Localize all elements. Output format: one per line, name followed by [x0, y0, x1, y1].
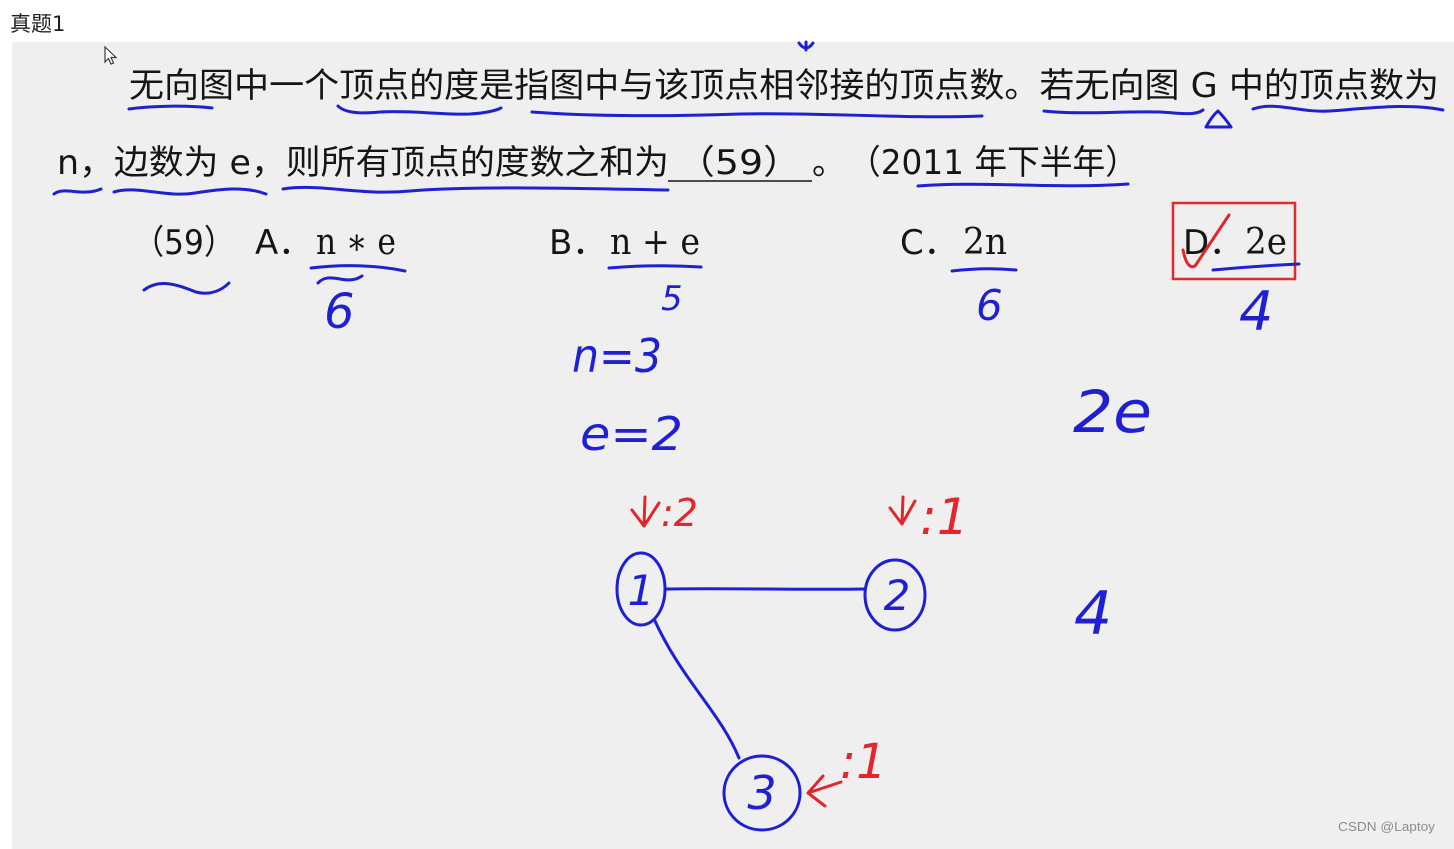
- graph-edge-1-3: [653, 619, 741, 760]
- slide-canvas: 无向图中一个顶点的度是指图中与该顶点相邻接的顶点数。若无向图 G 中的顶点数为 …: [52, 40, 1445, 834]
- graph-edges: [653, 587, 867, 760]
- underline-stroke: [1042, 108, 1205, 116]
- option-c-letter: C．: [900, 223, 958, 263]
- n-value: n=3: [572, 329, 662, 383]
- cursor-icon: [104, 45, 118, 65]
- handwriting-mark: [797, 40, 815, 52]
- question: 无向图中一个顶点的度是指图中与该顶点相邻接的顶点数。若无向图 G 中的顶点数为 …: [57, 66, 1439, 183]
- underline-stroke: [916, 182, 1130, 188]
- underline-stroke: [281, 185, 670, 194]
- question-blank: （59）: [677, 143, 801, 183]
- question-line-1: 无向图中一个顶点的度是指图中与该顶点相邻接的顶点数。若无向图 G 中的顶点数为: [129, 66, 1439, 106]
- option-b: B． n + e: [549, 222, 700, 263]
- node-degree-text: :1: [840, 734, 887, 790]
- question-source: （2011 年下半年）: [848, 143, 1138, 183]
- node-degree-text: :2: [661, 491, 698, 535]
- option-c: C． 2n: [900, 222, 1007, 263]
- node-2-degree: :1: [888, 488, 969, 546]
- underline-stroke: [950, 267, 1018, 273]
- graph-node-2: 2: [863, 558, 927, 632]
- e-value: e=2: [580, 407, 683, 461]
- option-a-result: 6: [324, 284, 355, 340]
- underline-stroke: [1251, 104, 1445, 113]
- option-a-text: n ∗ e: [316, 222, 396, 263]
- option-b-result: 5: [661, 279, 683, 319]
- example-graph: 1 2 3 :2 :1 :1: [615, 488, 969, 832]
- question-line-2-lead: n，边数为 e，则所有顶点的度数之和为: [57, 143, 669, 183]
- option-c-text: 2n: [963, 222, 1007, 263]
- underline-stroke: [52, 187, 103, 196]
- option-c-result: 6: [976, 281, 1003, 330]
- node-label: 3: [747, 766, 776, 820]
- graph-node-3: 3: [722, 754, 802, 832]
- arrow-down-icon: [888, 495, 917, 526]
- graph-node-1: 1: [615, 551, 667, 627]
- option-b-text: n + e: [610, 222, 700, 263]
- result: 4: [1074, 579, 1112, 649]
- underline-stroke: [607, 264, 703, 270]
- underline-stroke: [336, 104, 503, 116]
- node-1-degree: :2: [630, 491, 698, 535]
- node-label: 1: [628, 566, 655, 615]
- option-a-letter: A．: [255, 223, 312, 263]
- option-d-result: 4: [1239, 280, 1273, 343]
- tilde-stroke: [142, 281, 231, 295]
- options-label: （59）: [133, 223, 235, 263]
- node-label: 2: [884, 571, 911, 620]
- tilde-stroke: [316, 274, 364, 285]
- option-a: A． n ∗ e: [255, 222, 396, 263]
- node-degree-text: :1: [920, 488, 969, 546]
- option-b-letter: B．: [549, 223, 606, 263]
- options-row: （59） A． n ∗ e B． n + e C． 2n D． 2e: [133, 201, 1297, 281]
- option-results: 6 5 6 4: [324, 279, 1273, 343]
- watermark: CSDN @Laptoy: [1338, 819, 1436, 834]
- arrow-down-icon: [630, 495, 661, 528]
- option-d-letter: D．: [1183, 223, 1243, 263]
- graph-edge-1-2: [664, 587, 867, 591]
- option-d-text: 2e: [1245, 222, 1287, 263]
- arrow-left-icon: [806, 774, 843, 808]
- triangle-mark: [1204, 109, 1233, 129]
- node-3-degree: :1: [806, 734, 887, 808]
- underline-stroke: [309, 264, 407, 273]
- underline-stroke: [530, 110, 984, 119]
- handwritten-underlines: [52, 104, 1445, 295]
- underline-stroke: [1211, 262, 1301, 272]
- underline-stroke: [112, 187, 268, 196]
- formula: 2e: [1073, 378, 1152, 446]
- underline-stroke: [127, 104, 214, 111]
- question-period: 。: [812, 143, 846, 183]
